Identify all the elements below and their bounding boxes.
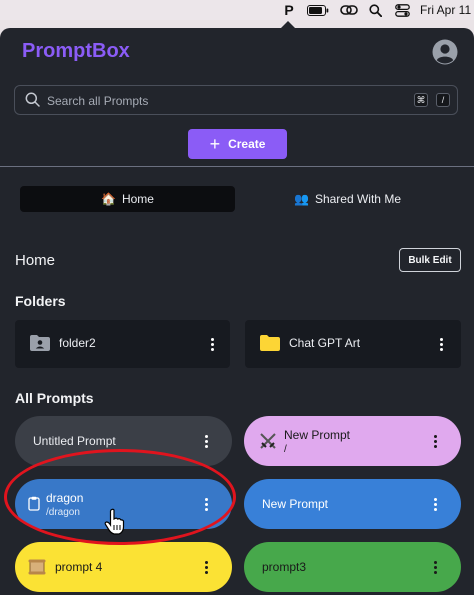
command-key-hint: ⌘ [414,93,428,107]
folders-heading: Folders [15,293,66,309]
menu-bar-clock[interactable]: Fri Apr 11 [420,2,474,18]
people-icon: 👥 [294,192,309,206]
all-prompts-heading: All Prompts [15,390,94,406]
more-options-icon[interactable] [205,334,219,354]
prompt-title: New Prompt [284,428,351,442]
promptbox-menubar-icon[interactable]: P [282,2,296,18]
create-button[interactable]: + Create [188,129,287,159]
prompt-card-new-prompt-swords[interactable]: New Prompt / [244,416,461,466]
shared-folder-icon [29,334,51,357]
create-button-label: Create [228,137,266,151]
user-circle-icon[interactable] [431,38,459,66]
prompt-path: / [284,444,287,455]
hand-cursor-icon [103,508,127,541]
prompt-card-prompt3[interactable]: prompt3 [244,542,461,592]
bulk-edit-button[interactable]: Bulk Edit [399,248,461,272]
search-bar: ⌘ / [14,85,458,115]
tab-shared-label: Shared With Me [314,192,401,206]
plus-icon: + [209,134,221,154]
folder-icon [259,334,281,357]
control-center-icon[interactable] [393,2,411,18]
crossed-swords-icon [258,431,278,456]
link-icon[interactable] [338,2,360,18]
more-options-icon[interactable] [199,431,213,451]
folder-card-chat-gpt-art[interactable]: Chat GPT Art [245,320,461,368]
more-options-icon[interactable] [428,431,442,451]
header-divider [0,166,474,167]
more-options-icon[interactable] [428,557,442,577]
scroll-icon [27,557,47,582]
search-input[interactable] [45,90,409,112]
page-title: Home [15,252,56,269]
prompt-title: Untitled Prompt [33,434,116,448]
prompt-card-prompt-4[interactable]: prompt 4 [15,542,232,592]
search-icon [25,92,40,112]
tab-home[interactable]: 🏠 Home [20,186,235,212]
tab-shared-with-me[interactable]: 👥 Shared With Me [245,186,450,212]
app-title: PromptBox [22,40,130,62]
folder-label: folder2 [59,336,96,350]
prompt-title: prompt 4 [55,560,103,574]
prompt-card-new-prompt[interactable]: New Prompt [244,479,461,529]
folder-card-folder2[interactable]: folder2 [15,320,230,368]
more-options-icon[interactable] [434,334,448,354]
folder-label: Chat GPT Art [289,336,361,350]
more-options-icon[interactable] [199,557,213,577]
more-options-icon[interactable] [428,494,442,514]
battery-icon[interactable] [306,2,330,18]
menu-bar: P Fri Apr 11 [0,0,474,20]
slash-key-hint: / [436,93,450,107]
prompt-title: New Prompt [262,497,329,511]
house-icon: 🏠 [101,192,116,206]
prompt-title: prompt3 [262,560,307,574]
tab-home-label: Home [121,192,154,206]
search-icon[interactable] [367,2,383,18]
